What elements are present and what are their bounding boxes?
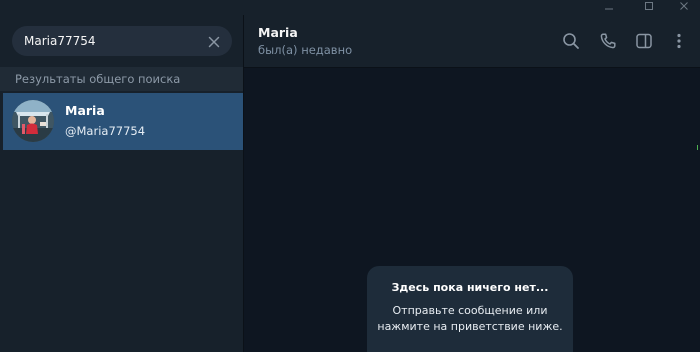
search-icon[interactable] <box>562 32 580 50</box>
scroll-edge-marker <box>697 145 698 150</box>
global-search-section-header: Результаты общего поиска <box>0 67 243 91</box>
telegram-window: Maria77754 Результаты общего поиска Mari… <box>0 0 700 352</box>
side-panel-icon[interactable] <box>635 32 653 50</box>
avatar <box>12 100 54 142</box>
chat-header: Maria был(а) недавно <box>244 15 700 68</box>
empty-chat-text: Отправьте сообщение или нажмите на приве… <box>377 304 563 333</box>
chat-messages-area[interactable]: Здесь пока ничего нет... Отправьте сообщ… <box>244 68 700 352</box>
more-vertical-icon[interactable] <box>670 32 688 50</box>
result-name: Maria <box>65 103 105 118</box>
maximize-icon[interactable] <box>638 0 660 12</box>
result-username: @Maria77754 <box>65 124 146 138</box>
clear-search-icon[interactable] <box>207 34 221 48</box>
window-titlebar <box>0 0 700 15</box>
chat-title[interactable]: Maria <box>258 25 298 41</box>
empty-chat-card: Здесь пока ничего нет... Отправьте сообщ… <box>367 266 573 352</box>
search-input-value[interactable]: Maria77754 <box>24 33 96 49</box>
close-icon[interactable] <box>673 0 695 12</box>
phone-icon[interactable] <box>599 32 617 50</box>
empty-chat-title: Здесь пока ничего нет... <box>391 281 549 294</box>
search-input[interactable]: Maria77754 <box>12 26 232 56</box>
section-title: Результаты общего поиска <box>15 72 181 86</box>
minimize-icon[interactable] <box>598 0 620 12</box>
search-result-item[interactable]: Maria @Maria77754 <box>3 93 243 150</box>
chat-list-panel: Maria77754 Результаты общего поиска Mari… <box>0 15 243 352</box>
chat-status: был(а) недавно <box>258 43 353 57</box>
